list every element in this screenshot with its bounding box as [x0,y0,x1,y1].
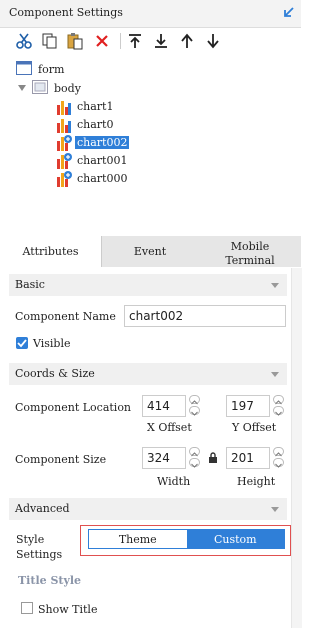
toolbar [0,28,301,54]
section-title: Coords & Size [15,367,95,380]
stepper-down-icon[interactable] [189,406,200,416]
height-input[interactable]: 201 [226,447,270,469]
tab-attributes[interactable]: Attributes [0,236,102,267]
component-name-input[interactable]: chart002 [124,305,286,327]
stepper-down-icon[interactable] [273,406,284,416]
move-up-icon[interactable] [177,31,197,51]
paste-icon[interactable] [65,31,85,51]
linked-chart-icon [56,170,72,187]
x-offset-stepper[interactable] [189,395,201,417]
y-offset-label: Y Offset [232,421,277,434]
x-offset-label: X Offset [147,421,192,434]
panel-title: Component Settings [9,6,123,19]
linked-chart-icon [56,152,72,169]
stepper-up-icon[interactable] [273,447,284,457]
form-icon [16,61,32,78]
tree-label-chart: chart002 [75,136,130,149]
tree-node-chart[interactable]: chart0 [56,116,115,133]
component-name-label: Component Name [15,310,116,323]
component-tree: form body chart1 chart0 chart002 chart00… [0,56,301,236]
style-toggle: Theme Custom [88,529,285,549]
style-settings-label: Style Settings [16,533,63,561]
tree-label-chart: chart001 [77,154,128,167]
stepper-up-icon[interactable] [273,395,284,405]
scrollbar[interactable] [291,268,302,628]
lock-icon[interactable] [208,452,218,467]
move-down-icon[interactable] [203,31,223,51]
collapse-triangle-icon[interactable] [18,82,26,95]
title-style-label: Title Style [18,574,82,587]
tree-label-body: body [54,82,81,95]
linked-chart-icon [56,134,72,151]
tab-event[interactable]: Event [101,236,199,267]
tree-label-form: form [38,63,65,76]
section-title: Advanced [15,502,70,515]
cut-icon[interactable] [14,31,34,51]
delete-icon[interactable] [92,31,112,51]
show-title-label: Show Title [38,603,98,616]
tab-mobile-terminal[interactable]: Mobile Terminal [199,236,301,269]
width-input[interactable]: 324 [142,447,186,469]
tree-node-body[interactable]: body [18,80,83,97]
stepper-down-icon[interactable] [273,458,284,468]
tree-node-chart[interactable]: chart000 [56,170,129,187]
section-header-advanced[interactable]: Advanced [9,498,287,520]
theme-option[interactable]: Theme [89,530,187,548]
section-header-coords[interactable]: Coords & Size [9,363,287,385]
visible-label: Visible [33,337,71,350]
collapse-caret-icon [271,507,279,512]
tree-node-chart[interactable]: chart001 [56,152,129,169]
custom-option[interactable]: Custom [186,530,284,548]
copy-icon[interactable] [40,31,60,51]
check-icon [17,339,27,348]
move-bottom-icon[interactable] [151,31,171,51]
x-offset-input[interactable]: 414 [142,395,186,417]
width-label: Width [157,475,191,488]
stepper-down-icon[interactable] [189,458,200,468]
visible-checkbox[interactable] [16,337,28,349]
stepper-up-icon[interactable] [189,395,200,405]
height-stepper[interactable] [273,447,285,469]
tree-node-chart-selected[interactable]: chart002 [56,134,130,151]
y-offset-input[interactable]: 197 [226,395,270,417]
toolbar-divider [120,33,121,49]
width-stepper[interactable] [189,447,201,469]
tree-label-chart: chart1 [77,100,114,113]
tree-node-form[interactable]: form [16,61,66,78]
tree-node-chart[interactable]: chart1 [56,98,115,115]
component-location-label: Component Location [15,401,132,414]
tree-label-chart: chart0 [77,118,114,131]
stepper-up-icon[interactable] [189,447,200,457]
settings-tabs: Attributes Event Mobile Terminal [0,236,301,267]
chart-icon [56,117,72,133]
collapse-caret-icon [271,283,279,288]
body-icon [32,80,48,97]
section-title: Basic [15,278,45,291]
move-top-icon[interactable] [125,31,145,51]
y-offset-stepper[interactable] [273,395,285,417]
component-size-label: Component Size [15,453,107,466]
height-label: Height [237,475,276,488]
section-header-basic[interactable]: Basic [9,274,287,296]
show-title-checkbox[interactable] [21,602,33,614]
dock-arrow-icon[interactable] [282,5,296,19]
collapse-caret-icon [271,372,279,377]
tree-label-chart: chart000 [77,172,128,185]
tab-mobile-terminal-label: Mobile Terminal [225,239,275,267]
chart-icon [56,99,72,115]
